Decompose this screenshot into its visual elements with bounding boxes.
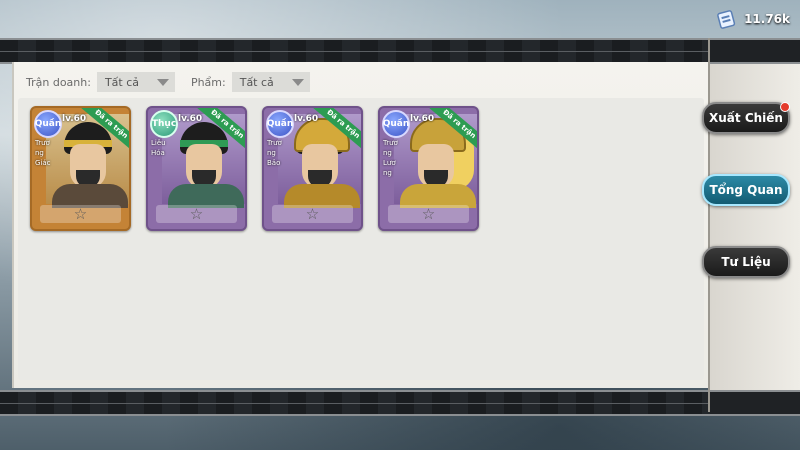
- faction-badge: Quần: [382, 110, 410, 138]
- hero-name: Trương Giác: [35, 139, 51, 167]
- star-icon: ☆: [421, 204, 436, 223]
- hero-card[interactable]: Quần lv.60 Đã ra trận Trương Lương ☆: [378, 106, 479, 231]
- hero-level: lv.60: [410, 114, 435, 124]
- hero-level: lv.60: [294, 114, 319, 124]
- faction-badge: Quần: [266, 110, 294, 138]
- hero-card[interactable]: Quần lv.60 Đã ra trận Trương Giác ☆: [30, 106, 131, 231]
- star-icon: ☆: [73, 204, 88, 223]
- hero-name: Liêu Hóa: [151, 139, 166, 157]
- scroll-paper: Trận doanh: Tất cả Phẩm: Tất cả Quần lv.…: [12, 62, 712, 388]
- currency-display[interactable]: 11.76k: [716, 8, 790, 30]
- hero-name: Trương Bảo: [267, 139, 282, 167]
- hero-star-rating: ☆: [40, 205, 121, 223]
- grade-filter-value: Tất cả: [239, 75, 274, 89]
- star-icon: ☆: [305, 204, 320, 223]
- overview-button[interactable]: Tổng Quan: [702, 174, 790, 206]
- faction-filter-value: Tất cả: [104, 75, 139, 89]
- filter-bar: Trận doanh: Tất cả Phẩm: Tất cả: [26, 72, 326, 92]
- scroll-rail-top: [0, 38, 712, 64]
- hero-level: lv.60: [62, 114, 87, 124]
- hero-card-list: Quần lv.60 Đã ra trận Trương Giác ☆ Thục…: [30, 106, 479, 231]
- hero-card[interactable]: Quần lv.60 Đã ra trận Trương Bảo ☆: [262, 106, 363, 231]
- archive-button-label: Tư Liệu: [721, 255, 771, 269]
- side-rail-top: [710, 38, 800, 64]
- overview-button-label: Tổng Quan: [709, 183, 783, 197]
- dropdown-arrow-icon: [291, 79, 304, 86]
- hero-star-rating: ☆: [156, 205, 237, 223]
- deploy-button-label: Xuất Chiến: [709, 111, 783, 125]
- grade-filter-label: Phẩm:: [190, 75, 226, 89]
- currency-amount: 11.76k: [744, 12, 790, 26]
- star-icon: ☆: [189, 204, 204, 223]
- dropdown-arrow-icon: [156, 79, 169, 86]
- hero-star-rating: ☆: [272, 205, 353, 223]
- deploy-button[interactable]: Xuất Chiến: [702, 102, 790, 134]
- grade-filter-select[interactable]: Tất cả: [231, 72, 310, 92]
- hero-card[interactable]: Thục lv.60 Đã ra trận Liêu Hóa ☆: [146, 106, 247, 231]
- side-rail-bottom: [710, 390, 800, 416]
- side-menu-panel: Xuất Chiến Tổng Quan Tư Liệu: [702, 38, 800, 416]
- faction-filter-select[interactable]: Tất cả: [96, 72, 175, 92]
- notification-dot-icon: [780, 102, 790, 112]
- faction-filter-label: Trận doanh:: [26, 75, 91, 89]
- hero-name: Trương Lương: [383, 139, 398, 177]
- scroll-rail-bottom: [0, 390, 712, 416]
- hero-star-rating: ☆: [388, 205, 469, 223]
- hero-level: lv.60: [178, 114, 203, 124]
- archive-button[interactable]: Tư Liệu: [702, 246, 790, 278]
- hero-scroll-panel: Trận doanh: Tất cả Phẩm: Tất cả Quần lv.…: [0, 38, 712, 416]
- faction-badge: Quần: [34, 110, 62, 138]
- faction-badge: Thục: [150, 110, 178, 138]
- scroll-ticket-icon: [717, 10, 736, 29]
